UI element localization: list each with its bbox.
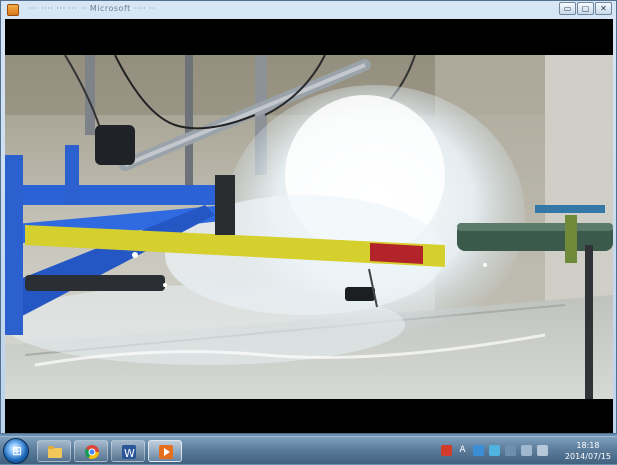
clock-time: 18:18 [576, 441, 600, 450]
windows-logo-icon: ⊞ [11, 444, 23, 458]
minimize-button[interactable]: ▭ [559, 2, 576, 15]
antivirus-icon[interactable] [441, 445, 452, 456]
chrome-icon [85, 445, 99, 459]
maximize-button[interactable]: ▢ [577, 2, 594, 15]
video-frame-image [5, 55, 613, 399]
clock-date: 2014/07/15 [564, 452, 611, 461]
start-button[interactable]: ⊞ [3, 438, 29, 464]
volume-icon[interactable] [537, 445, 548, 456]
close-button[interactable]: ✕ [595, 2, 612, 15]
video-viewport[interactable] [5, 19, 613, 399]
language-indicator[interactable]: A [457, 445, 468, 456]
player-controls-area[interactable] [5, 399, 613, 433]
word-letter: W [124, 447, 135, 460]
title-bar[interactable]: ··· ···· ··· ··· ·· Microsoft ···· ·· ▭ … [1, 1, 616, 19]
clock[interactable]: 18:18 2014/07/15 [565, 440, 611, 462]
window-title: ··· ···· ··· ··· ·· Microsoft ···· ·· [29, 4, 156, 13]
wifi-icon[interactable] [521, 445, 532, 456]
word-icon: W [122, 445, 136, 460]
media-player-window: ··· ···· ··· ··· ·· Microsoft ···· ·· ▭ … [0, 0, 617, 434]
video-frame [5, 55, 613, 399]
action-center-icon[interactable] [505, 445, 516, 456]
taskbar-item-chrome[interactable] [74, 440, 108, 462]
system-tray: A 18:18 2014/07/15 [417, 437, 617, 465]
taskbar-item-explorer[interactable] [37, 440, 71, 462]
folder-icon [48, 446, 62, 458]
media-player-icon [159, 445, 173, 459]
app-icon [7, 4, 19, 16]
network-icon[interactable] [473, 445, 484, 456]
taskbar-item-word[interactable]: W [111, 440, 145, 462]
taskbar-item-media-player[interactable] [148, 440, 182, 462]
taskbar: ⊞ W A 18:18 2014/07/15 [0, 436, 617, 464]
sync-icon[interactable] [489, 445, 500, 456]
